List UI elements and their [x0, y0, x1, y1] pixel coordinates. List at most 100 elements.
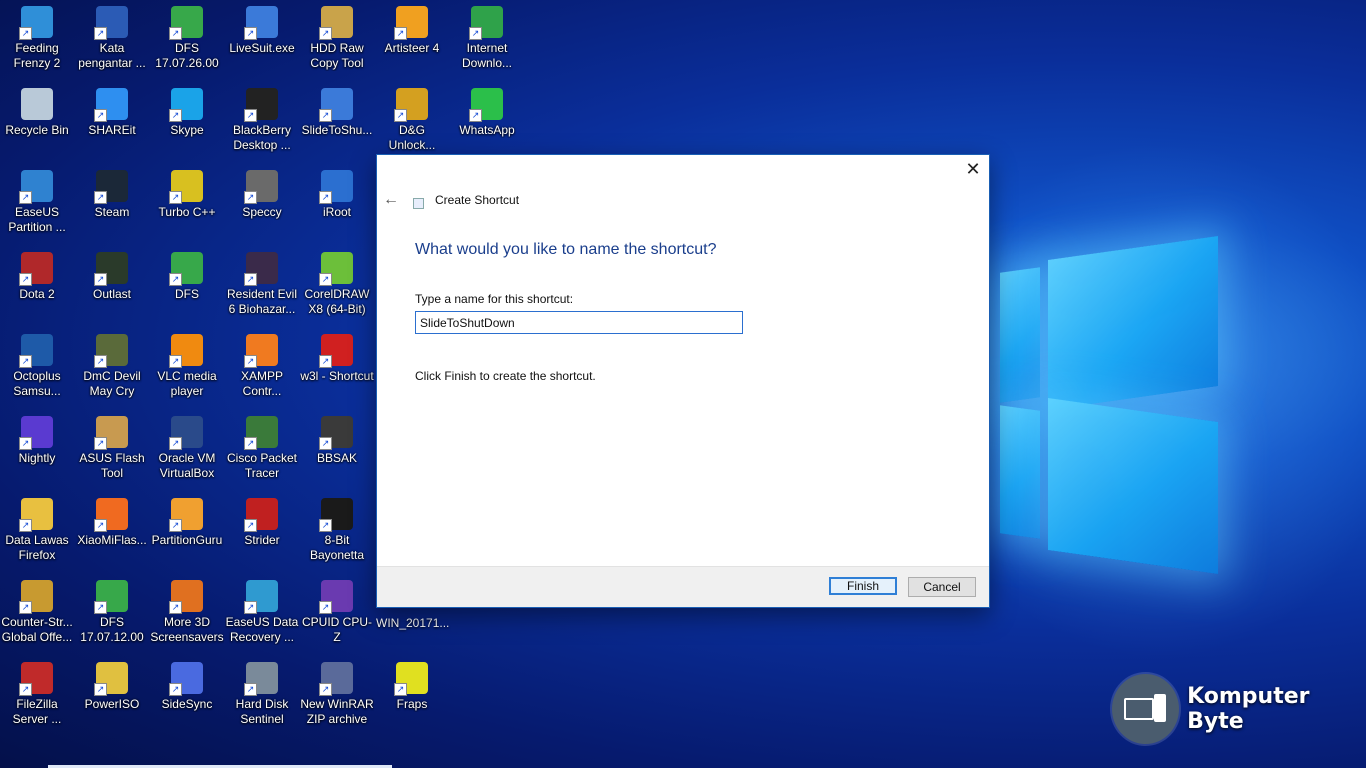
desktop-icon[interactable]: ↗ Nightly	[0, 416, 74, 466]
desktop-icon-label: Hard Disk Sentinel	[235, 697, 289, 726]
desktop-icon[interactable]: ↗ Strider	[225, 498, 299, 548]
desktop-icon[interactable]: ↗ PartitionGuru	[150, 498, 224, 548]
desktop-icon[interactable]: Recycle Bin	[0, 88, 74, 138]
desktop-icon[interactable]: ↗ DFS 17.07.26.00	[150, 6, 224, 71]
desktop-icon[interactable]: ↗ DmC Devil May Cry	[75, 334, 149, 399]
dmc-icon: ↗	[94, 334, 128, 368]
shortcut-arrow-icon: ↗	[319, 601, 332, 614]
desktop-icon[interactable]: ↗ BBSAK	[300, 416, 374, 466]
desktop-icon-label: Turbo C++	[158, 205, 216, 219]
desktop-icon[interactable]: ↗ WhatsApp	[450, 88, 524, 138]
desktop-icon[interactable]: ↗ Octoplus Samsu...	[0, 334, 74, 399]
desktop-icon[interactable]: ↗ Resident Evil 6 Biohazar...	[225, 252, 299, 317]
desktop-icon-label: SHAREit	[88, 123, 136, 137]
desktop-icon[interactable]: ↗ VLC media player	[150, 334, 224, 399]
desktop-icon[interactable]: ↗ Dota 2	[0, 252, 74, 302]
coreldraw-icon: ↗	[319, 252, 353, 286]
computer-tower-icon: ↗	[244, 170, 278, 204]
desktop-icon[interactable]: ↗ PowerISO	[75, 662, 149, 712]
desktop-icon[interactable]: ↗ BlackBerry Desktop ...	[225, 88, 299, 153]
shortcut-arrow-icon: ↗	[94, 683, 107, 696]
strider-icon: ↗	[244, 498, 278, 532]
desktop-icon[interactable]: ↗ More 3D Screensavers	[150, 580, 224, 645]
desktop-icon[interactable]: ↗ EaseUS Partition ...	[0, 170, 74, 235]
desktop-icon[interactable]: ↗ ASUS Flash Tool	[75, 416, 149, 481]
desktop-icon[interactable]: ↗ CorelDRAW X8 (64-Bit)	[300, 252, 374, 317]
bbsak-icon: ↗	[319, 416, 353, 450]
desktop-icon[interactable]: ↗ Kata pengantar ...	[75, 6, 149, 71]
desktop-icon[interactable]: ↗ New WinRAR ZIP archive	[300, 662, 374, 727]
desktop-icon[interactable]: ↗ XiaoMiFlas...	[75, 498, 149, 548]
desktop-icon-label: BlackBerry Desktop ...	[232, 123, 291, 152]
create-shortcut-dialog: ✕ ← Create Shortcut What would you like …	[376, 154, 990, 608]
close-icon[interactable]: ✕	[961, 158, 985, 180]
desktop-icon[interactable]: ↗ Oracle VM VirtualBox	[150, 416, 224, 481]
finish-button[interactable]: Finish	[829, 577, 897, 595]
hidden-icon-label[interactable]: WIN_20171...	[376, 616, 449, 630]
shortcut-arrow-icon: ↗	[469, 109, 482, 122]
cancel-button[interactable]: Cancel	[908, 577, 976, 597]
desktop-icon-label: FileZilla Server ...	[12, 697, 62, 726]
vlc-cone-icon: ↗	[169, 334, 203, 368]
desktop-icon[interactable]: ↗ Internet Downlo...	[450, 6, 524, 71]
desktop-icon-label: SlideToShu...	[301, 123, 373, 137]
octoplus-icon: ↗	[19, 334, 53, 368]
desktop-icon[interactable]: ↗ XAMPP Contr...	[225, 334, 299, 399]
recycle-bin-icon	[21, 88, 53, 120]
word-doc-icon: ↗	[94, 6, 128, 40]
desktop-icon[interactable]: ↗ Feeding Frenzy 2	[0, 6, 74, 71]
anchor-icon: ↗	[319, 170, 353, 204]
zip-archive-icon: ↗	[319, 662, 353, 696]
desktop-icon[interactable]: ↗ 8-Bit Bayonetta	[300, 498, 374, 563]
outlast-icon: ↗	[94, 252, 128, 286]
desktop-icon[interactable]: ↗ Speccy	[225, 170, 299, 220]
desktop-icon-label: Cisco Packet Tracer	[226, 451, 298, 480]
globe-download-icon: ↗	[469, 6, 503, 40]
desktop-icon[interactable]: ↗ DFS	[150, 252, 224, 302]
desktop-icon[interactable]: ↗ Hard Disk Sentinel	[225, 662, 299, 727]
desktop-icon[interactable]: ↗ D&G Unlock...	[375, 88, 449, 153]
desktop-icon-label: Kata pengantar ...	[78, 41, 146, 70]
shortcut-arrow-icon: ↗	[19, 273, 32, 286]
shortcut-arrow-icon: ↗	[19, 27, 32, 40]
desktop-icon-label: Feeding Frenzy 2	[13, 41, 61, 70]
computer-logo-icon	[1112, 674, 1180, 744]
desktop-icon[interactable]: ↗ w3l - Shortcut	[300, 334, 374, 384]
desktop-icon[interactable]: ↗ SlideToShu...	[300, 88, 374, 138]
desktop-icon-label: BBSAK	[316, 451, 358, 465]
desktop-icon[interactable]: ↗ Cisco Packet Tracer	[225, 416, 299, 481]
back-arrow-icon[interactable]: ←	[383, 191, 403, 209]
desktop-icon[interactable]: ↗ Counter-Str... Global Offe...	[0, 580, 74, 645]
desktop-icon[interactable]: ↗ Artisteer 4	[375, 6, 449, 56]
desktop-icon[interactable]: ↗ EaseUS Data Recovery ...	[225, 580, 299, 645]
desktop-icon[interactable]: ↗ Skype	[150, 88, 224, 138]
shortcut-arrow-icon: ↗	[169, 27, 182, 40]
desktop-icon[interactable]: ↗ Turbo C++	[150, 170, 224, 220]
shortcut-arrow-icon: ↗	[169, 273, 182, 286]
desktop-icon[interactable]: ↗ Steam	[75, 170, 149, 220]
cisco-icon: ↗	[244, 416, 278, 450]
desktop-icon[interactable]: ↗ SHAREit	[75, 88, 149, 138]
desktop-icon[interactable]: ↗ Fraps	[375, 662, 449, 712]
desktop-icon[interactable]: ↗ CPUID CPU-Z	[300, 580, 374, 645]
desktop-icon[interactable]: ↗ LiveSuit.exe	[225, 6, 299, 56]
wifi-signal-icon: ↗	[94, 580, 128, 614]
desktop-icon[interactable]: ↗ iRoot	[300, 170, 374, 220]
desktop-icon[interactable]: ↗ SideSync	[150, 662, 224, 712]
desktop-icon-label: Internet Downlo...	[461, 41, 513, 70]
shortcut-name-input[interactable]	[415, 311, 743, 334]
desktop-icon-label: EaseUS Data Recovery ...	[225, 615, 299, 644]
desktop-icon[interactable]: ↗ Data Lawas Firefox	[0, 498, 74, 563]
desktop-icon[interactable]: ↗ Outlast	[75, 252, 149, 302]
shield-icon: ↗	[19, 170, 53, 204]
desktop-icon[interactable]: ↗ HDD Raw Copy Tool	[300, 6, 374, 71]
shortcut-arrow-icon: ↗	[19, 601, 32, 614]
resident-evil-icon: ↗	[244, 252, 278, 286]
folder-icon: ↗	[19, 498, 53, 532]
shortcut-arrow-icon: ↗	[469, 27, 482, 40]
shortcut-arrow-icon: ↗	[244, 519, 257, 532]
game-icon: ↗	[19, 6, 53, 40]
desktop-icon[interactable]: ↗ FileZilla Server ...	[0, 662, 74, 727]
desktop-icon[interactable]: ↗ DFS 17.07.12.00	[75, 580, 149, 645]
shortcut-arrow-icon: ↗	[244, 437, 257, 450]
